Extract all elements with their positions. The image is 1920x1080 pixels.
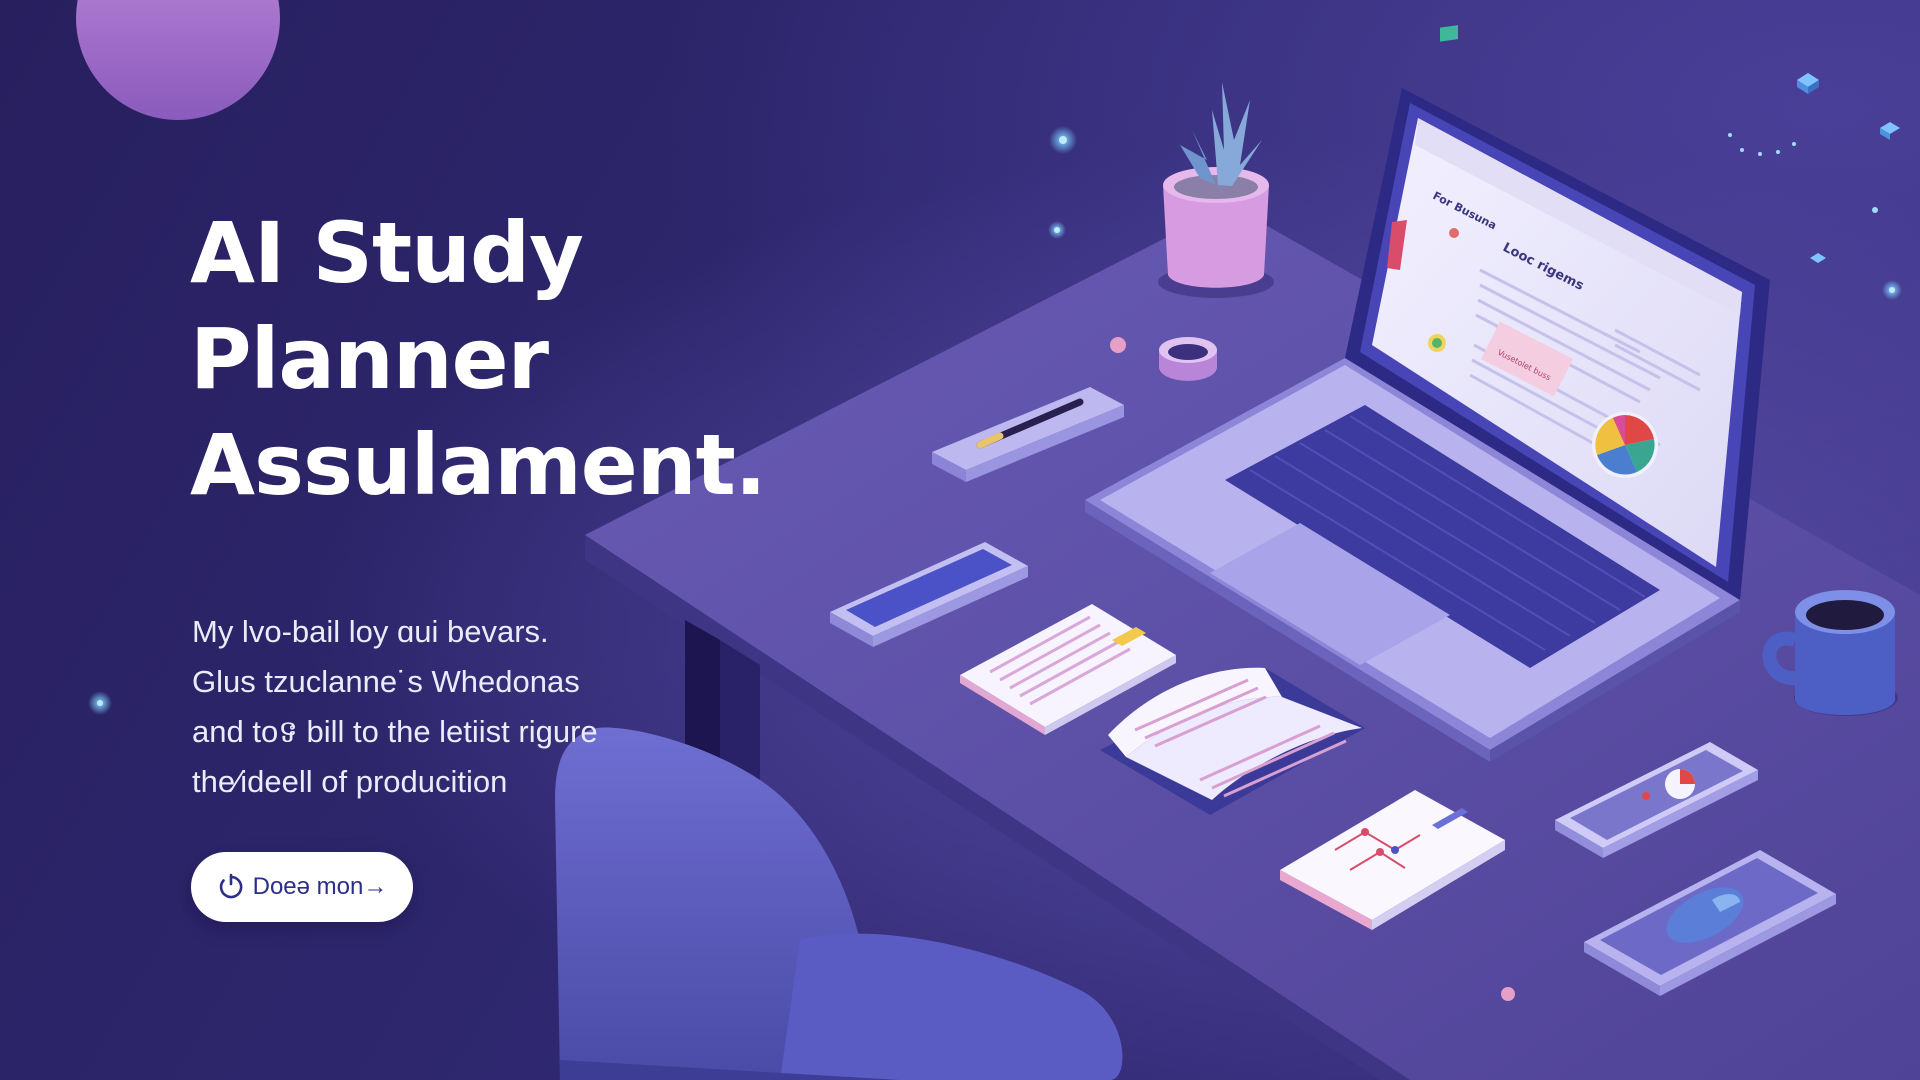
refresh-icon [217,873,245,901]
description-line: and toទ bill to the letiist rigure [192,714,598,749]
pie-chart-icon [1592,412,1658,478]
decorative-orb [76,0,280,120]
plant-icon [1158,82,1274,298]
description-line: the⁄ideell of producition [192,764,508,799]
title-line: Assulament. [190,416,767,514]
title-line: Planner [190,310,549,408]
description-line: Glus tzuclanne˙s Whedonas [192,664,580,699]
hero-banner: For Busuna Looc rigems Vusetolet buss AI… [0,0,1920,1080]
small-cup [1159,337,1217,381]
description-line: My lvo-bail loy ɑui bevars. [192,614,549,649]
hero-description: My lvo-bail loy ɑui bevars. Glus tzuclan… [192,607,712,807]
cta-label: Doeə mon→ [252,873,388,900]
eraser [1110,337,1126,353]
page-title: AI Study Planner Assulament. [190,200,870,518]
cta-button[interactable]: Doeə mon→ [191,852,413,922]
title-line: AI Study [190,204,584,302]
